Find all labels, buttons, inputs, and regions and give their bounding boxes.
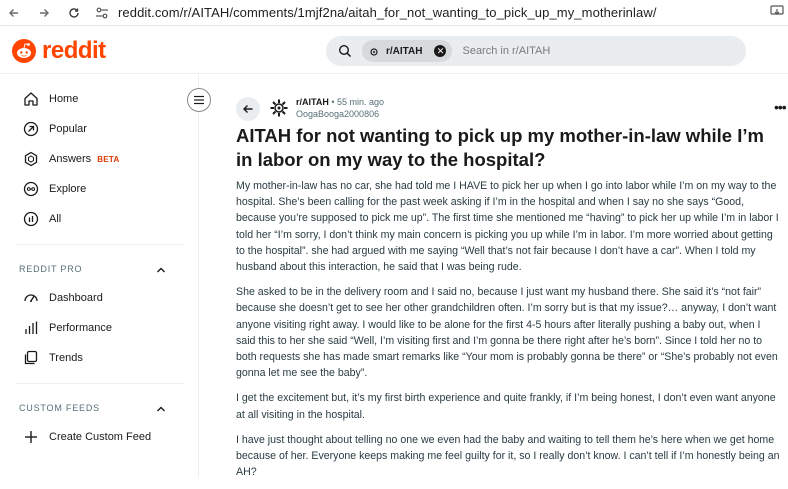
sidebar-item-label: All (49, 213, 62, 225)
subreddit-scope-chip[interactable]: r/AITAH ✕ (362, 40, 453, 62)
sidebar-item-popular[interactable]: Popular (22, 119, 87, 139)
address-bar[interactable]: reddit.com/r/AITAH/comments/1mjf2na/aita… (94, 3, 657, 23)
custom-feeds-heading[interactable]: CUSTOM FEEDS (19, 403, 100, 413)
beta-badge: BETA (97, 154, 120, 164)
sidebar-item-create-custom-feed[interactable]: Create Custom Feed (22, 427, 151, 447)
subreddit-chip-icon (368, 45, 380, 57)
site-header: reddit r/AITAH ✕ Search in r/AITAH (0, 27, 788, 74)
explore-icon (22, 180, 40, 198)
post-paragraph: She asked to be in the delivery room and… (236, 286, 778, 380)
menu-icon (194, 95, 204, 105)
sidebar-item-label: Answers (49, 153, 92, 165)
reddit-pro-heading[interactable]: REDDIT PRO (19, 264, 82, 274)
snoo-logo-icon (12, 39, 36, 63)
reddit-logo[interactable]: reddit (12, 39, 106, 63)
sidebar-item-label: Explore (49, 183, 87, 195)
post-meta: r/AITAH • 55 min. ago (296, 97, 384, 107)
sidebar-item-label: Performance (49, 322, 112, 334)
search-bar[interactable]: r/AITAH ✕ Search in r/AITAH (326, 36, 746, 66)
reload-icon[interactable] (64, 3, 84, 23)
plus-icon (22, 428, 40, 446)
sidebar-divider (16, 244, 184, 245)
subreddit-link[interactable]: r/AITAH (296, 97, 329, 107)
chevron-up-icon[interactable] (155, 263, 167, 275)
browser-toolbar: reddit.com/r/AITAH/comments/1mjf2na/aita… (0, 0, 788, 26)
site-info-icon[interactable] (94, 5, 110, 21)
close-icon[interactable]: ✕ (434, 45, 447, 57)
back-arrow-icon (243, 105, 253, 113)
performance-icon (22, 319, 40, 337)
search-input[interactable]: Search in r/AITAH (462, 45, 550, 57)
chevron-up-icon[interactable] (155, 402, 167, 414)
sidebar-item-performance[interactable]: Performance (22, 318, 112, 338)
sidebar-item-label: Home (49, 93, 79, 105)
url-text[interactable]: reddit.com/r/AITAH/comments/1mjf2na/aita… (118, 5, 657, 20)
post-paragraph: I have just thought about telling no one… (236, 433, 780, 479)
forward-arrow-icon[interactable] (34, 3, 54, 23)
logo-wordmark: reddit (42, 37, 106, 64)
post-paragraph: I get the excitement but, it’s my first … (236, 392, 776, 421)
back-arrow-icon[interactable] (4, 3, 24, 23)
popular-icon (22, 120, 40, 138)
all-icon (22, 210, 40, 228)
sidebar-item-answers[interactable]: Answers BETA (22, 149, 120, 169)
home-icon (22, 90, 40, 108)
sidebar-item-label: Dashboard (49, 292, 103, 304)
subreddit-gear-icon (270, 99, 288, 117)
author-link[interactable]: OogaBooga2000806 (296, 109, 379, 119)
sidebar-item-trends[interactable]: Trends (22, 348, 83, 368)
sidebar-item-all[interactable]: All (22, 209, 61, 229)
search-icon (338, 44, 352, 58)
sidebar-divider (16, 383, 184, 384)
post-paragraph: My mother-in-law has no car, she had tol… (236, 180, 779, 274)
sidebar-item-label: Create Custom Feed (49, 431, 152, 443)
trends-icon (22, 349, 40, 367)
sidebar-item-label: Popular (49, 123, 87, 135)
back-button[interactable] (236, 97, 260, 121)
dashboard-icon (22, 289, 40, 307)
sidebar-item-dashboard[interactable]: Dashboard (22, 288, 103, 308)
chip-label: r/AITAH (386, 45, 423, 57)
post-time: 55 min. ago (337, 97, 385, 107)
sidebar-item-label: Trends (49, 352, 83, 364)
sidebar-item-home[interactable]: Home (22, 89, 78, 109)
sidebar-toggle-button[interactable] (187, 88, 211, 112)
post-body: My mother-in-law has no car, she had tol… (236, 178, 782, 489)
install-app-icon[interactable] (770, 4, 786, 20)
sidebar-item-explore[interactable]: Explore (22, 179, 86, 199)
more-options-icon[interactable]: ••• (774, 99, 787, 115)
post-title: AITAH for not wanting to pick up my moth… (236, 125, 764, 170)
answers-icon (22, 150, 40, 168)
subreddit-avatar[interactable] (268, 97, 290, 119)
